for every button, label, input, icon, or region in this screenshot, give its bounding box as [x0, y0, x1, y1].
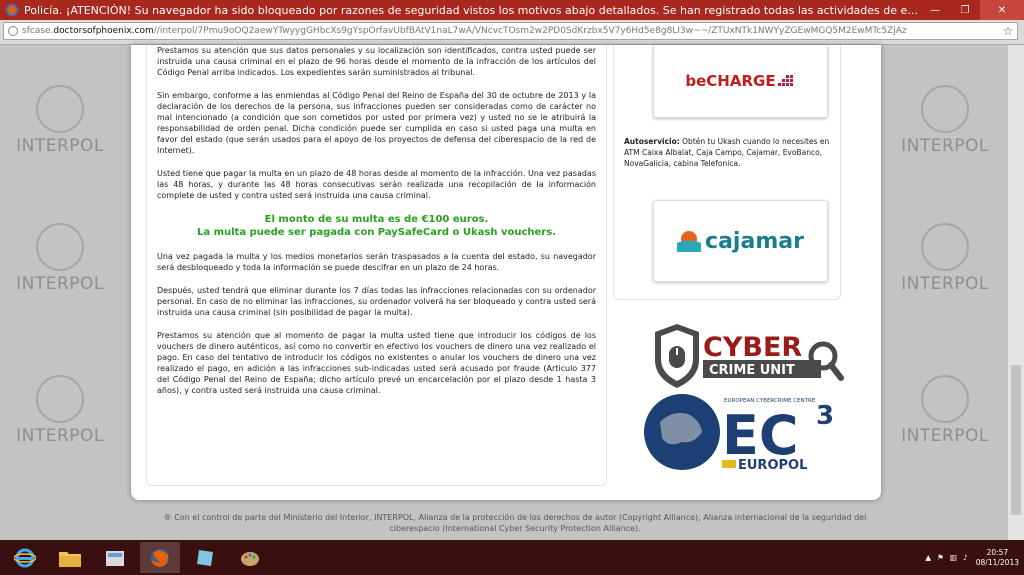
notice-paragraph: Una vez pagada la multa y los medios mon… [157, 252, 596, 272]
interpol-emblem-icon [921, 375, 969, 423]
cajamar-sun-icon [677, 231, 702, 252]
right-watermark-column: INTERPOL INTERPOL INTERPOL [890, 45, 1020, 540]
maximize-button[interactable]: ❐ [950, 0, 980, 20]
firefox-icon [6, 4, 18, 16]
interpol-emblem-icon [36, 85, 84, 133]
ec3-europol-logo: EUROPEAN CYBERCRIME CENTRE EC 3 EUROPOL [644, 394, 834, 473]
taskbar-notepad[interactable] [185, 542, 225, 573]
scrollbar-thumb[interactable] [1011, 365, 1021, 515]
interpol-emblem-icon [36, 375, 84, 423]
notice-paragraph: Después, usted tendrá que eliminar duran… [157, 286, 596, 317]
taskbar-internet-explorer[interactable] [5, 542, 45, 573]
interpol-watermark: INTERPOL [895, 223, 995, 294]
minimize-button[interactable]: — [920, 0, 950, 20]
cajamar-logo: cajamar [653, 200, 828, 282]
globe-icon [8, 26, 18, 36]
interpol-watermark: INTERPOL [895, 85, 995, 156]
window-titlebar: Policía. ¡ATENCIÓN! Su navegador ha sido… [0, 0, 1024, 20]
volume-icon[interactable]: ♪ [963, 553, 968, 562]
interpol-label: INTERPOL [901, 426, 989, 446]
interpol-label: INTERPOL [16, 426, 104, 446]
left-watermark-column: INTERPOL INTERPOL INTERPOL [0, 45, 130, 540]
cyber-logo-text: CYBER [703, 332, 802, 363]
notice-text-panel: Prestamos su atención que sus datos pers… [146, 45, 607, 486]
tray-expand-icon[interactable]: ▲ [925, 553, 931, 562]
folder-icon [59, 551, 81, 567]
clock[interactable]: 20:57 08/11/2013 [976, 548, 1019, 568]
interpol-watermark: INTERPOL [895, 375, 995, 446]
footer-copyright: ® Con el control de parte del Ministerio… [163, 513, 867, 533]
url-domain: doctorsofphoenix.com [53, 26, 154, 36]
window-controls: — ❐ ✕ [920, 0, 1024, 20]
fine-amount-notice: El monto de su multa es de €100 euros. L… [157, 213, 596, 239]
address-field[interactable]: sfcase.doctorsofphoenix.com//interpol/7P… [3, 22, 1018, 40]
interpol-label: INTERPOL [901, 274, 989, 294]
notice-paragraph: Sin embargo, conforme a las enmiendas al… [157, 91, 596, 155]
clock-time: 20:57 [986, 547, 1009, 557]
clock-date: 08/11/2013 [975, 557, 1019, 567]
url-prefix: sfcase. [22, 26, 54, 36]
interpol-label: INTERPOL [16, 274, 104, 294]
system-tray: ▲ ⚑ ▥ ♪ 20:57 08/11/2013 [925, 540, 1019, 575]
url-path: //interpol/7Pmu9oOQ2aewYTwyygGHbcXs9gYsp… [153, 26, 907, 36]
interpol-emblem-icon [921, 85, 969, 133]
taskbar-app[interactable] [95, 542, 135, 573]
taskbar-firefox[interactable] [140, 542, 180, 573]
paint-palette-icon [241, 551, 259, 566]
internet-explorer-icon [14, 548, 36, 567]
notice-paragraph: Prestamos su atención que sus datos pers… [157, 46, 596, 77]
taskbar-paint[interactable] [230, 542, 270, 573]
window-title: Policía. ¡ATENCIÓN! Su navegador ha sido… [24, 3, 920, 17]
crime-unit-text: CRIME UNIT [709, 363, 795, 378]
cajamar-logo-text: cajamar [705, 228, 804, 254]
becharge-dots-icon [777, 75, 793, 86]
interpol-label: INTERPOL [16, 136, 104, 156]
close-button[interactable]: ✕ [980, 0, 1024, 20]
address-text: sfcase.doctorsofphoenix.com//interpol/7P… [22, 26, 999, 36]
autoservicio-info: Autoservicio: Obtén tu Ukash cuando lo n… [624, 136, 834, 169]
taskbar-file-explorer[interactable] [50, 542, 90, 573]
firefox-icon [151, 548, 169, 567]
becharge-logo: beCHARGE [653, 45, 828, 118]
interpol-watermark: INTERPOL [10, 375, 110, 446]
notepad-icon [197, 549, 213, 566]
bookmark-star-icon[interactable]: ☆ [999, 24, 1017, 38]
interpol-emblem-icon [921, 223, 969, 271]
ec3-superscript: 3 [816, 401, 834, 431]
app-icon [106, 550, 124, 566]
notice-paragraph: Prestamos su atención que al momento de … [157, 331, 596, 395]
fine-amount-line: El monto de su multa es de €100 euros. [264, 214, 489, 225]
action-center-icon[interactable]: ⚑ [937, 553, 944, 562]
notice-paragraph: Usted tiene que pagar la multa en un pla… [157, 169, 596, 200]
europol-text: EUROPOL [738, 458, 807, 473]
interpol-emblem-icon [36, 223, 84, 271]
page-scrollbar[interactable] [1008, 45, 1024, 540]
address-toolbar: sfcase.doctorsofphoenix.com//interpol/7P… [0, 20, 1024, 45]
cyber-crime-unit-logo: CYBER CRIME UNIT [655, 324, 844, 388]
becharge-logo-text: beCHARGE [685, 72, 776, 90]
windows-taskbar: ▲ ⚑ ▥ ♪ 20:57 08/11/2013 [0, 540, 1024, 575]
network-icon[interactable]: ▥ [950, 553, 957, 562]
autoservicio-label: Autoservicio: [624, 137, 680, 146]
interpol-watermark: INTERPOL [10, 85, 110, 156]
interpol-label: INTERPOL [901, 136, 989, 156]
interpol-watermark: INTERPOL [10, 223, 110, 294]
payment-method-line: La multa puede ser pagada con PaySafeCar… [196, 227, 556, 238]
